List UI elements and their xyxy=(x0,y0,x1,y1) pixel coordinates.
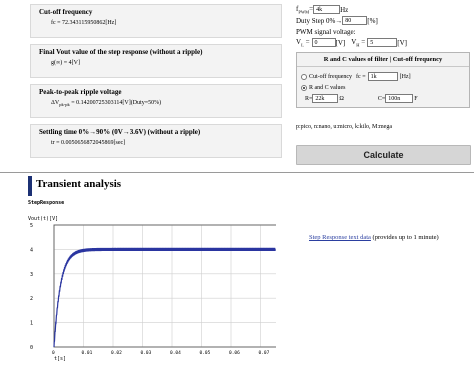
result-ripple-voltage: Peak-to-peak ripple voltage ΔVpk-pk = 0.… xyxy=(30,84,282,118)
step-response-text-data-link[interactable]: Step Response text data xyxy=(309,234,371,241)
r-input[interactable]: 22k xyxy=(312,94,339,103)
link-note: (provides up to 1 minute) xyxy=(370,234,439,241)
units-note: p:pico, n:nano, u:micro, k:kilo, M:mega xyxy=(296,124,392,130)
opt-cutoff-label: Cut-off frequency xyxy=(309,73,353,80)
vh-input[interactable]: 5 xyxy=(367,38,398,47)
vh-unit: [V] xyxy=(397,38,407,47)
y-tick-label: 3 xyxy=(30,272,33,278)
section-title: Transient analysis xyxy=(36,178,122,190)
duty-label: Duty Step 0%→ xyxy=(296,16,343,25)
vh-label: VH = xyxy=(351,37,366,48)
x-axis-label: t[s] xyxy=(54,356,66,362)
duty-unit: [%] xyxy=(367,16,378,25)
plot-area xyxy=(53,224,276,348)
result-title: Final Vout value of the step response (w… xyxy=(39,48,203,56)
result-title: Peak-to-peak ripple voltage xyxy=(39,88,122,96)
x-tick-label: 0.03 xyxy=(141,350,152,356)
result-value: g(∞) = 4[V] xyxy=(51,60,80,66)
c-label: C= xyxy=(377,95,386,102)
vl-input[interactable]: 0 xyxy=(311,38,336,47)
ripple-subscript: pk-pk xyxy=(59,102,70,108)
x-tick-label: 0.05 xyxy=(200,350,211,356)
vl-label: VL = xyxy=(296,37,310,48)
ripple-rest: = 0.14200725303114[V](Duty=50%) xyxy=(69,100,162,106)
result-title: Cut-off frequency xyxy=(39,8,93,16)
y-tick-label: 2 xyxy=(30,296,33,302)
ripple-symbol: ΔV xyxy=(51,100,60,106)
result-final-vout: Final Vout value of the step response (w… xyxy=(30,44,282,78)
step-response-chart: 0123450 0.01 0.02 0.03 0.04 0.05 0.06 0.07Vout(… xyxy=(28,216,276,362)
calculate-button[interactable]: Calculate xyxy=(296,145,471,165)
r-unit: Ω xyxy=(339,95,344,102)
input-panel: fPWM= 4k Hz Duty Step 0%→ 80 [%] PWM sig… xyxy=(296,4,470,48)
filter-panel: R and C values of filter | Cut-off frequ… xyxy=(296,52,470,108)
radio-cutoff-frequency[interactable] xyxy=(301,73,307,80)
result-title: Settling time 0%→90% (0V→3.6V) (without … xyxy=(39,128,201,136)
r-label: R= xyxy=(305,95,313,102)
opt-rc-label: R and C values xyxy=(309,84,346,91)
result-value: ΔVpk-pk = 0.14200725303114[V](Duty=50%) xyxy=(39,100,273,107)
result-value: tr = 0.0050656872045869[sec] xyxy=(51,140,126,146)
x-tick-label: 0.06 xyxy=(229,350,240,356)
chart-title: StepResponse xyxy=(28,200,65,206)
fc-input[interactable]: 1k xyxy=(367,72,398,81)
x-tick-label: 0.01 xyxy=(82,350,93,356)
c-input[interactable]: 100n xyxy=(385,94,414,103)
result-value: fc = 72.343115950862[Hz] xyxy=(51,20,117,26)
x-tick-label: 0.02 xyxy=(111,350,122,356)
radio-rc-values[interactable] xyxy=(301,84,307,91)
y-axis-label: Vout(t)[V] xyxy=(28,216,58,222)
section-divider xyxy=(0,172,474,173)
step-response-link-row: Step Response text data (provides up to … xyxy=(309,234,439,241)
y-tick-label: 1 xyxy=(30,321,33,327)
fpwm-label: fPWM= xyxy=(296,4,314,15)
fpwm-unit: Hz xyxy=(340,5,349,14)
result-cutoff-frequency: Cut-off frequency fc = 72.343115950862[H… xyxy=(30,4,282,38)
fc-label: fc = xyxy=(356,73,366,80)
y-tick-label: 0 xyxy=(30,345,33,351)
y-tick-label: 5 xyxy=(30,223,33,229)
x-tick-label: 0.04 xyxy=(170,350,181,356)
duty-input[interactable]: 80 xyxy=(342,16,368,25)
section-accent-bar xyxy=(28,176,32,196)
vl-unit: [V] xyxy=(335,38,346,47)
y-tick-label: 4 xyxy=(30,247,33,253)
fc-unit: [Hz] xyxy=(399,73,411,80)
c-unit: F xyxy=(414,95,418,102)
result-settling-time: Settling time 0%→90% (0V→3.6V) (without … xyxy=(30,124,282,158)
fpwm-input[interactable]: 4k xyxy=(313,5,341,14)
x-tick-label: 0.07 xyxy=(259,350,270,356)
pwm-voltage-label: PWM signal voltage: xyxy=(296,27,356,36)
filter-header: R and C values of filter | Cut-off frequ… xyxy=(297,53,469,67)
